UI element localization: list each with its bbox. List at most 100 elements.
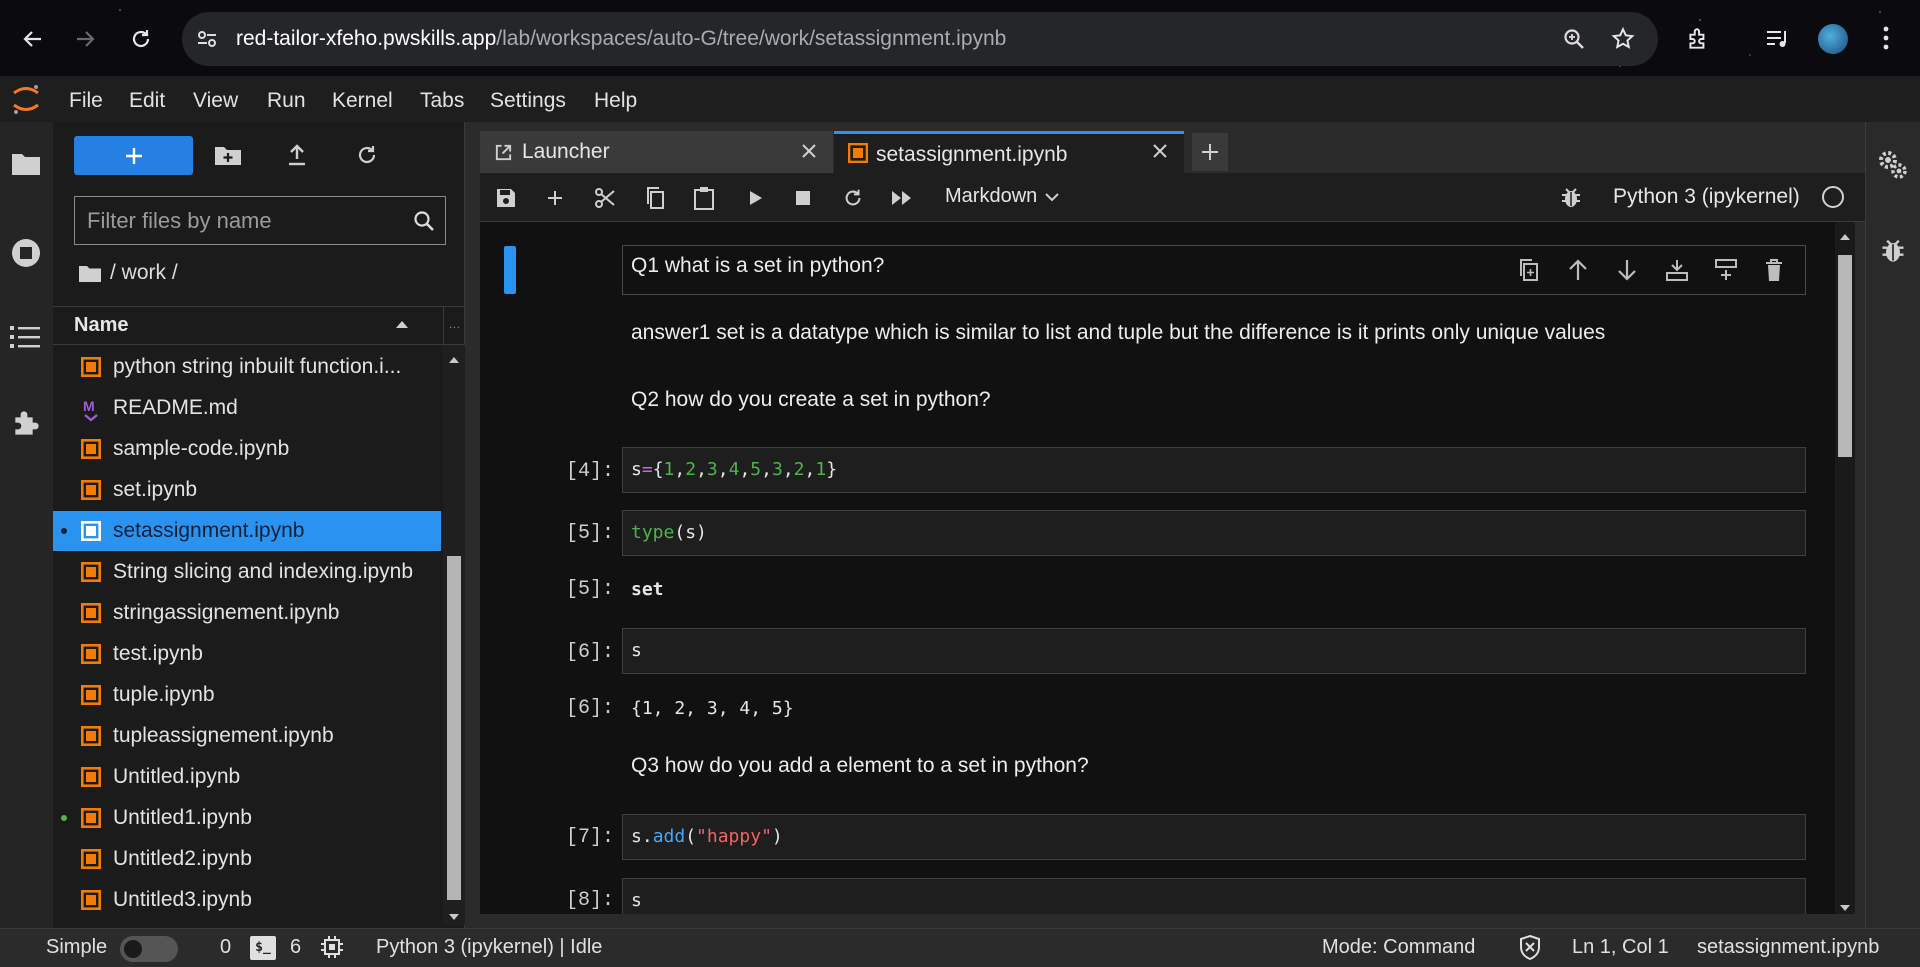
zoom-icon[interactable] — [1562, 27, 1586, 56]
notebook-file-icon — [80, 479, 101, 500]
code-cell[interactable]: s={1,2,3,4,5,3,2,1} — [622, 447, 1806, 493]
reload-icon[interactable] — [122, 20, 160, 58]
menu-run[interactable]: Run — [267, 89, 306, 113]
copy-icon[interactable] — [641, 184, 669, 212]
cut-icon[interactable] — [591, 184, 619, 212]
file-row[interactable]: stringassignement.ipynb — [53, 593, 441, 633]
file-row[interactable]: test.ipynb — [53, 634, 441, 674]
menu-view[interactable]: View — [193, 89, 238, 113]
scroll-up-arrow-icon[interactable] — [448, 351, 460, 369]
file-row[interactable]: String slicing and indexing.ipynb — [53, 552, 441, 592]
folder-icon[interactable] — [11, 150, 41, 181]
menu-kernel[interactable]: Kernel — [332, 89, 393, 113]
notebook-file-icon — [80, 889, 101, 910]
terminal-count[interactable]: 0 — [220, 936, 231, 959]
code-cell[interactable]: s — [622, 878, 1806, 914]
add-cell-icon[interactable] — [541, 184, 569, 212]
upload-icon[interactable] — [286, 143, 308, 172]
move-cell-up-icon[interactable] — [1567, 258, 1589, 287]
file-row[interactable]: tuple.ipynb — [53, 675, 441, 715]
notebook-file-icon — [80, 438, 101, 459]
bookmark-star-icon[interactable] — [1610, 26, 1636, 57]
notebook-scroll-thumb[interactable] — [1838, 255, 1852, 457]
new-launcher-button[interactable] — [74, 136, 193, 175]
insert-cell-below-icon[interactable] — [1714, 258, 1738, 287]
file-filter-field[interactable] — [74, 196, 446, 245]
code-cell[interactable]: s.add("happy") — [622, 814, 1806, 860]
extension-manager-icon[interactable] — [10, 408, 42, 445]
browser-menu-icon[interactable] — [1882, 24, 1890, 57]
extensions-icon[interactable] — [1685, 26, 1711, 57]
restart-run-all-icon[interactable] — [888, 184, 916, 212]
save-icon[interactable] — [492, 184, 520, 212]
scroll-down-arrow-icon[interactable] — [1839, 899, 1851, 917]
code-text: s — [631, 640, 642, 661]
new-tab-button[interactable] — [1192, 133, 1228, 171]
kernel-status-text[interactable]: Python 3 (ipykernel) | Idle — [376, 936, 602, 959]
cell-type-select[interactable]: Markdown — [945, 185, 1059, 208]
insert-cell-above-icon[interactable] — [1665, 258, 1689, 287]
scroll-down-arrow-icon[interactable] — [448, 908, 460, 926]
debugger-icon[interactable] — [1560, 185, 1582, 214]
back-icon[interactable] — [14, 20, 52, 58]
file-row[interactable]: set.ipynb — [53, 470, 441, 510]
breadcrumb-path[interactable]: / work / — [110, 261, 178, 285]
cursor-position[interactable]: Ln 1, Col 1 — [1572, 936, 1669, 959]
file-list-scroll-thumb[interactable] — [447, 556, 461, 900]
sort-ascending-icon[interactable] — [395, 316, 409, 334]
refresh-icon[interactable] — [355, 143, 379, 172]
file-row[interactable]: python string inbuilt function.i... — [53, 347, 441, 387]
menu-tabs[interactable]: Tabs — [420, 89, 464, 113]
kernel-count[interactable]: 6 — [290, 936, 301, 959]
run-icon[interactable] — [741, 184, 769, 212]
url-text[interactable]: red-tailor-xfeho.pwskills.app/lab/worksp… — [236, 27, 1006, 51]
trust-shield-icon[interactable] — [1518, 934, 1542, 965]
mode-indicator[interactable]: Mode: Command — [1322, 936, 1475, 959]
file-row[interactable]: tupleassignement.ipynb — [53, 716, 441, 756]
scroll-up-arrow-icon[interactable] — [1839, 228, 1851, 246]
simple-mode-toggle[interactable] — [120, 936, 178, 962]
delete-cell-icon[interactable] — [1764, 258, 1784, 287]
menu-edit[interactable]: Edit — [129, 89, 165, 113]
close-icon[interactable] — [1150, 141, 1170, 161]
file-name: tupleassignement.ipynb — [113, 724, 334, 747]
debugger-panel-icon[interactable] — [1880, 236, 1906, 269]
menu-help[interactable]: Help — [594, 89, 637, 113]
running-sessions-icon[interactable] — [10, 237, 42, 274]
forward-icon[interactable] — [66, 20, 104, 58]
table-of-contents-icon[interactable] — [10, 324, 40, 355]
kernel-sessions-icon[interactable] — [320, 935, 344, 964]
property-inspector-icon[interactable] — [1878, 150, 1908, 185]
code-cell[interactable]: s — [622, 628, 1806, 674]
file-row[interactable]: sample-code.ipynb — [53, 429, 441, 469]
site-info-icon[interactable] — [196, 28, 218, 55]
folder-icon — [79, 266, 101, 282]
name-column-header[interactable]: Name — [74, 314, 128, 337]
move-cell-down-icon[interactable] — [1616, 258, 1638, 287]
breadcrumb[interactable]: / work / — [78, 261, 178, 285]
file-row[interactable]: Untitled1.ipynb — [53, 798, 441, 838]
kernel-name[interactable]: Python 3 (ipykernel) — [1613, 185, 1800, 209]
stop-icon[interactable] — [789, 184, 817, 212]
output-text: {1, 2, 3, 4, 5} — [631, 698, 794, 719]
terminal-icon[interactable]: $_ — [250, 936, 276, 960]
file-filter-input[interactable] — [87, 207, 407, 235]
media-queue-icon[interactable] — [1765, 27, 1791, 56]
column-resize-handle[interactable]: … — [443, 306, 465, 345]
duplicate-cell-icon[interactable] — [1518, 258, 1540, 287]
paste-icon[interactable] — [690, 184, 718, 212]
new-folder-icon[interactable] — [214, 144, 242, 171]
file-row[interactable]: Untitled3.ipynb — [53, 880, 441, 920]
close-icon[interactable] — [799, 141, 819, 161]
restart-kernel-icon[interactable] — [839, 184, 867, 212]
tab-launcher[interactable]: Launcher — [480, 131, 833, 173]
file-row[interactable]: M README.md — [53, 388, 441, 428]
menu-file[interactable]: File — [69, 89, 103, 113]
code-cell[interactable]: type(s) — [622, 510, 1806, 556]
profile-avatar[interactable] — [1818, 24, 1848, 54]
tab-setassignment[interactable]: setassignment.ipynb — [834, 131, 1184, 173]
file-row[interactable]: Untitled2.ipynb — [53, 839, 441, 879]
menu-settings[interactable]: Settings — [490, 89, 566, 113]
file-row[interactable]: setassignment.ipynb — [53, 511, 441, 551]
file-row[interactable]: Untitled.ipynb — [53, 757, 441, 797]
